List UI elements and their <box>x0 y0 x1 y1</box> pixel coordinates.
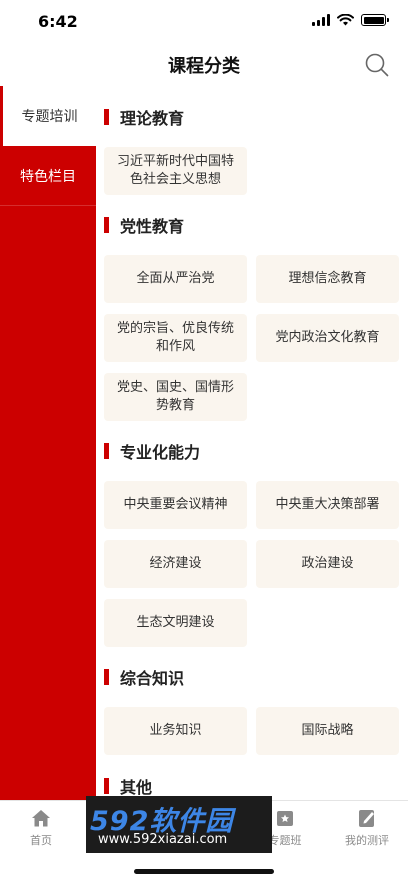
watermark-url: www.592xiazai.com <box>98 832 228 847</box>
section-title: 其他 <box>120 778 153 797</box>
tab-home[interactable]: 首页 <box>1 807 81 848</box>
nav-bar: 课程分类 <box>0 44 408 86</box>
category-chip[interactable]: 党的宗旨、优良传统和作风 <box>104 314 247 362</box>
category-chip[interactable]: 中央重大决策部署 <box>256 481 399 529</box>
tab-my-assessment[interactable]: 我的测评 <box>327 807 407 848</box>
search-icon[interactable] <box>364 52 390 78</box>
tab-label: 我的测评 <box>345 834 389 847</box>
battery-icon <box>361 14 389 26</box>
category-chip[interactable]: 国际战略 <box>256 707 399 755</box>
badge-icon <box>277 811 293 826</box>
section-marker <box>104 109 109 125</box>
edit-icon <box>359 810 374 827</box>
section-header: 理论教育 <box>104 102 184 132</box>
wifi-icon <box>337 14 354 26</box>
section-marker <box>104 778 109 794</box>
category-chip[interactable]: 经济建设 <box>104 540 247 588</box>
category-content[interactable]: 理论教育 习近平新时代中国特色社会主义思想 党性教育 全面从严治党 理想信念教育… <box>96 86 408 800</box>
page-title: 课程分类 <box>168 56 240 77</box>
section-header: 党性教育 <box>104 210 184 240</box>
category-chip[interactable]: 理想信念教育 <box>256 255 399 303</box>
sidebar-item-special-training[interactable]: 专题培训 <box>0 86 96 146</box>
tab-label: 首页 <box>30 834 52 847</box>
section-marker <box>104 669 109 685</box>
section-title: 理论教育 <box>120 109 185 128</box>
section-title: 专业化能力 <box>120 443 201 462</box>
category-chip[interactable]: 党史、国史、国情形势教育 <box>104 373 247 421</box>
home-icon <box>32 810 50 827</box>
category-chip[interactable]: 党内政治文化教育 <box>256 314 399 362</box>
section-header: 专业化能力 <box>104 436 200 466</box>
tab-label: 专题班 <box>268 834 302 847</box>
category-chip[interactable]: 全面从严治党 <box>104 255 247 303</box>
section-marker <box>104 217 109 233</box>
section-marker <box>104 443 109 459</box>
sidebar-item-featured-columns[interactable]: 特色栏目 <box>0 146 96 206</box>
category-chip[interactable]: 中央重要会议精神 <box>104 481 247 529</box>
status-time: 6:42 <box>38 12 78 31</box>
category-chip[interactable]: 习近平新时代中国特色社会主义思想 <box>104 147 247 195</box>
section-title: 综合知识 <box>120 669 185 688</box>
status-icons <box>312 14 389 26</box>
cellular-signal-icon <box>312 14 330 26</box>
category-chip[interactable]: 业务知识 <box>104 707 247 755</box>
category-chip[interactable]: 政治建设 <box>256 540 399 588</box>
category-sidebar: 专题培训 特色栏目 <box>0 86 96 800</box>
watermark: 592软件园 www.592xiazai.com <box>86 796 272 853</box>
category-chip[interactable]: 生态文明建设 <box>104 599 247 647</box>
section-header: 综合知识 <box>104 662 184 692</box>
section-title: 党性教育 <box>120 217 185 236</box>
home-indicator <box>134 869 274 874</box>
status-bar: 6:42 <box>0 0 408 44</box>
